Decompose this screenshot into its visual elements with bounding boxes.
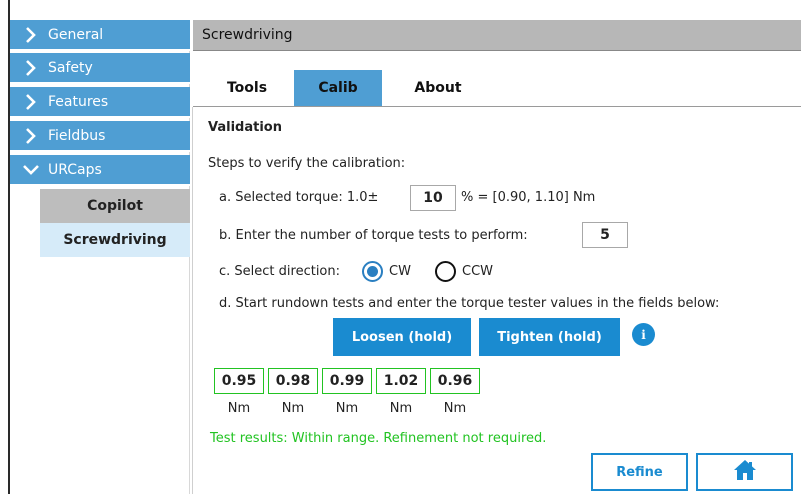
content-left-border [192, 107, 193, 494]
tab-tools[interactable]: Tools [212, 70, 282, 106]
chevron-right-icon [18, 59, 44, 76]
home-icon [733, 459, 757, 485]
tighten-button-label: Tighten (hold) [497, 329, 602, 345]
refine-button-label: Refine [616, 464, 663, 480]
test-count-input[interactable]: 5 [582, 222, 628, 248]
step-a-label: a. Selected torque: 1.0± [219, 190, 379, 205]
torque-value: 0.98 [275, 373, 311, 389]
torque-value: 1.02 [383, 373, 419, 389]
sidebar-item-safety[interactable]: Safety [10, 53, 190, 84]
info-icon[interactable]: i [632, 323, 655, 346]
unit-label: Nm [281, 401, 305, 416]
torque-value-field[interactable]: 0.95 [214, 368, 264, 394]
page-title-bar: Screwdriving [193, 20, 801, 50]
torque-value-field[interactable]: 0.98 [268, 368, 318, 394]
unit-label: Nm [335, 401, 359, 416]
unit-label: Nm [227, 401, 251, 416]
loosen-button[interactable]: Loosen (hold) [333, 318, 471, 356]
loosen-button-label: Loosen (hold) [351, 329, 453, 345]
sidebar-item-label: Features [48, 93, 109, 110]
home-button[interactable] [696, 453, 793, 491]
steps-intro: Steps to verify the calibration: [208, 156, 406, 171]
torque-value: 0.99 [329, 373, 365, 389]
torque-value: 0.95 [221, 373, 257, 389]
tab-label: Tools [226, 80, 268, 96]
direction-ccw-label: CCW [462, 264, 494, 279]
info-icon-glyph: i [641, 327, 646, 342]
torque-value: 0.96 [437, 373, 473, 389]
window-top-margin [0, 0, 801, 20]
tab-label: About [414, 80, 462, 96]
test-result-message: Test results: Within range. Refinement n… [210, 431, 547, 446]
sidebar-item-urcaps[interactable]: URCaps [10, 155, 190, 186]
sidebar-item-general[interactable]: General [10, 20, 190, 51]
tab-label: Calib [318, 80, 358, 96]
unit-label: Nm [443, 401, 467, 416]
torque-tolerance-input[interactable]: 10 [410, 185, 456, 211]
sidebar-subitem-label: Screwdriving [63, 232, 167, 248]
step-c-label: c. Select direction: [219, 264, 340, 279]
sidebar-item-label: URCaps [48, 161, 102, 178]
unit-label: Nm [389, 401, 413, 416]
tab-divider [193, 106, 801, 107]
sidebar-item-label: Safety [48, 59, 93, 76]
tab-calib[interactable]: Calib [294, 70, 382, 106]
direction-cw-label: CW [389, 264, 411, 279]
sidebar-item-features[interactable]: Features [10, 87, 190, 118]
divider [193, 50, 801, 51]
torque-value-field[interactable]: 1.02 [376, 368, 426, 394]
torque-value-field[interactable]: 0.99 [322, 368, 372, 394]
torque-value-field[interactable]: 0.96 [430, 368, 480, 394]
torque-tolerance-value: 10 [423, 190, 443, 206]
sidebar-subitem-label: Copilot [87, 198, 143, 214]
step-d-label: d. Start rundown tests and enter the tor… [219, 296, 720, 311]
sidebar-item-label: General [48, 26, 104, 43]
section-heading: Validation [208, 120, 282, 135]
tighten-button[interactable]: Tighten (hold) [479, 318, 620, 356]
chevron-right-icon [18, 26, 44, 43]
sidebar-subitem-copilot[interactable]: Copilot [40, 189, 190, 223]
sidebar-subitem-screwdriving[interactable]: Screwdriving [40, 223, 190, 257]
page-title: Screwdriving [202, 27, 293, 43]
direction-ccw-radio[interactable] [435, 261, 456, 282]
tab-about[interactable]: About [398, 70, 478, 106]
chevron-right-icon [18, 127, 44, 144]
direction-cw-radio[interactable] [362, 261, 383, 282]
sidebar-item-label: Fieldbus [48, 127, 106, 144]
chevron-right-icon [18, 93, 44, 110]
step-a-range: % = [0.90, 1.10] Nm [461, 190, 596, 205]
refine-button[interactable]: Refine [591, 453, 688, 491]
chevron-down-icon [18, 164, 44, 176]
step-b-label: b. Enter the number of torque tests to p… [219, 228, 528, 243]
sidebar-item-fieldbus[interactable]: Fieldbus [10, 121, 190, 152]
test-count-value: 5 [600, 227, 610, 243]
